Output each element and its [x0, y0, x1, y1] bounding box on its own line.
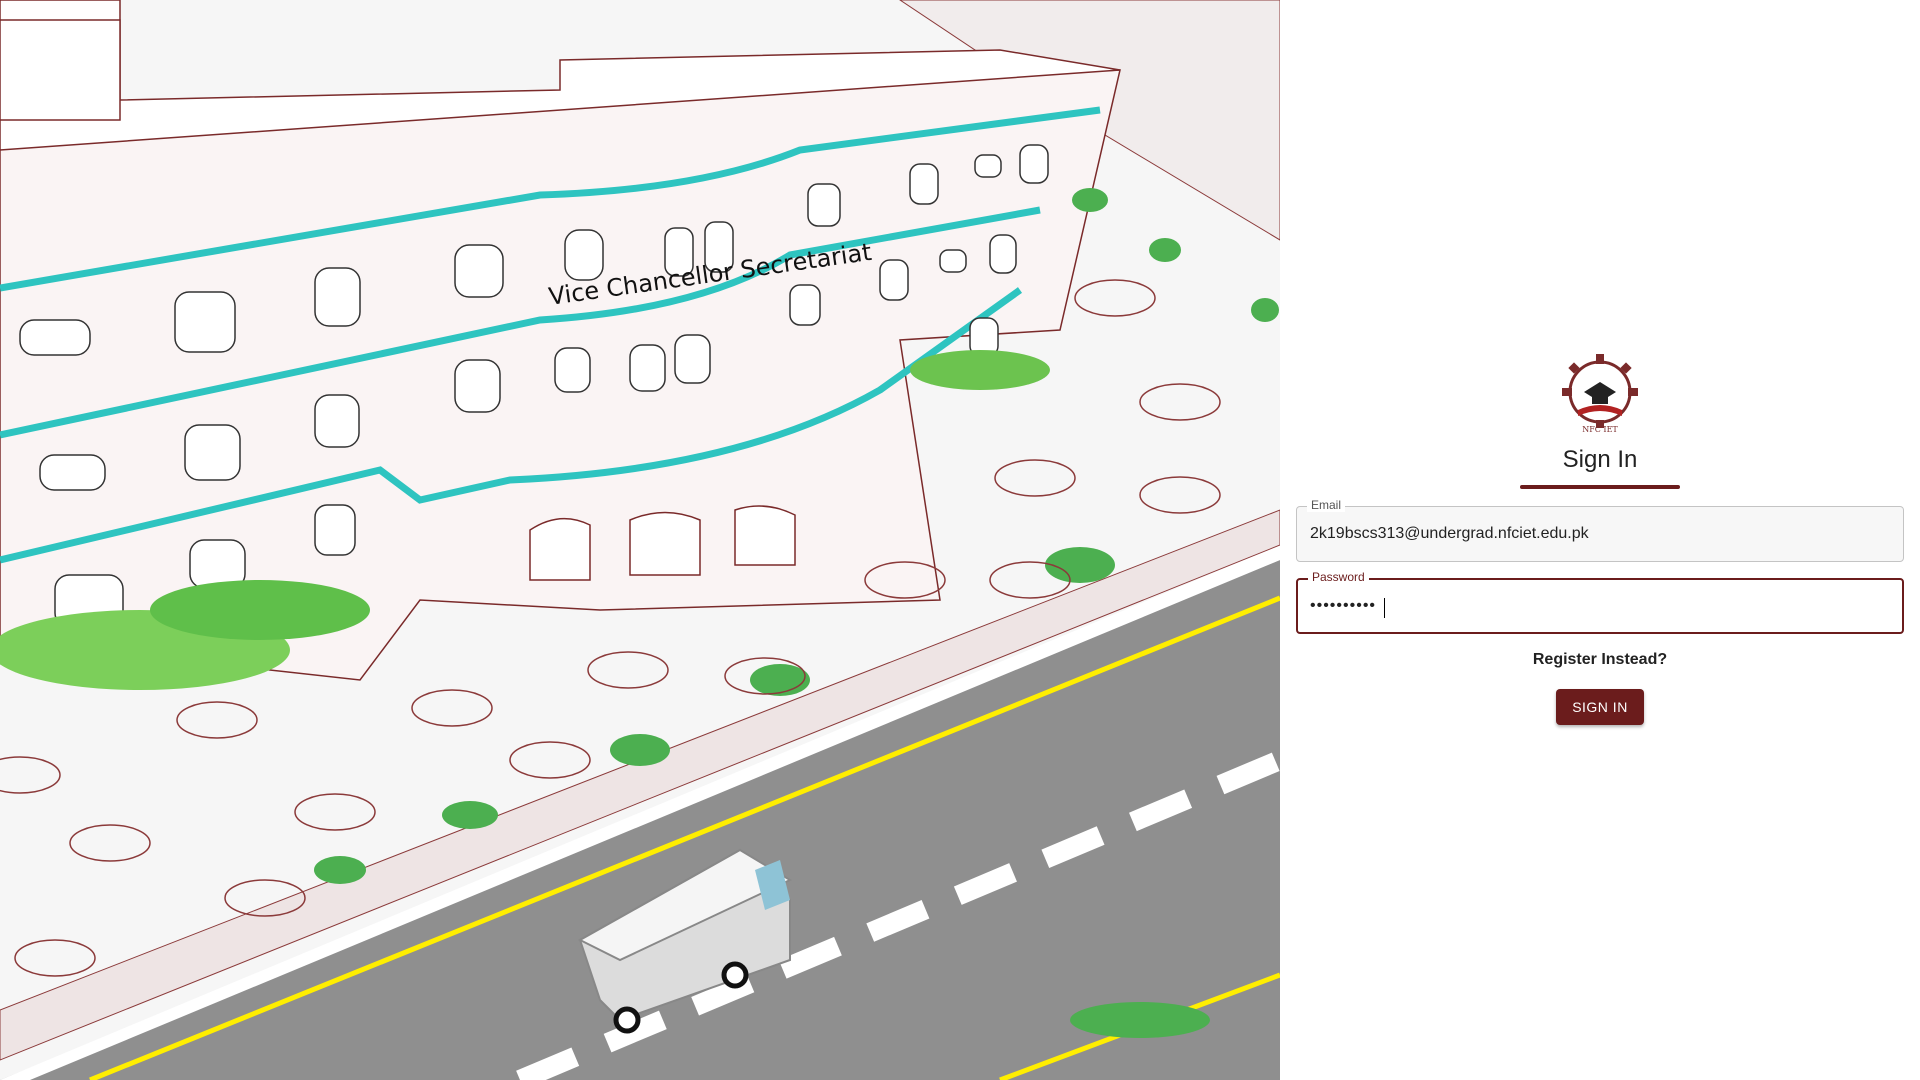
email-input[interactable] — [1297, 507, 1903, 561]
campus-illustration: Vice Chancellor Secretariat — [0, 0, 1280, 1080]
register-link[interactable]: Register Instead? — [1280, 651, 1920, 669]
nfc-iet-logo-icon: NFC IET — [1562, 354, 1638, 434]
campus-illustration-svg: Vice Chancellor Secretariat — [0, 0, 1280, 1080]
sign-in-button[interactable]: SIGN IN — [1556, 689, 1644, 725]
text-caret — [1384, 598, 1385, 618]
logo-caption: NFC IET — [1582, 425, 1618, 434]
password-field: Password — [1296, 570, 1904, 634]
title-underline — [1520, 485, 1680, 489]
sign-in-title: Sign In — [1562, 446, 1638, 473]
email-field: Email — [1296, 498, 1904, 562]
sign-in-page: Vice Chancellor Secretariat NFC IET Sign… — [0, 0, 1920, 1080]
password-input[interactable] — [1298, 580, 1902, 632]
sign-in-panel: NFC IET Sign In Email Password Register … — [1280, 0, 1920, 1080]
